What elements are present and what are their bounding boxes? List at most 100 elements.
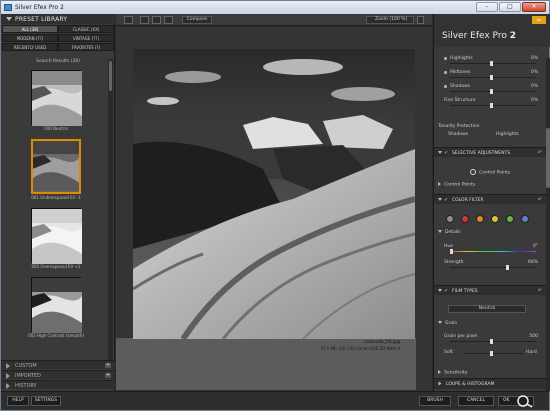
grain-per-pixel-slider[interactable]: Grain per pixel 500 bbox=[440, 334, 544, 346]
brush-button[interactable]: BRUSH bbox=[419, 396, 451, 406]
help-button[interactable]: HELP bbox=[7, 396, 29, 406]
settings-button[interactable]: SETTINGS bbox=[31, 396, 61, 406]
single-view-icon[interactable] bbox=[124, 16, 133, 24]
app-icon bbox=[4, 4, 12, 11]
section-title: COLOR FILTER bbox=[452, 198, 484, 203]
add-preset-button[interactable]: + bbox=[105, 363, 111, 368]
tab-classic[interactable]: CLASSIC (XX) bbox=[58, 25, 114, 33]
grain-softness-slider[interactable] bbox=[440, 350, 544, 362]
color-filter-swatch[interactable] bbox=[476, 215, 484, 223]
loupe-icon[interactable] bbox=[516, 394, 534, 408]
preset-label: 002 Overexposed EV +1 bbox=[31, 264, 81, 269]
slider-icon bbox=[444, 85, 447, 88]
library-scrollbar[interactable] bbox=[108, 59, 113, 369]
scroll-thumb[interactable] bbox=[546, 128, 550, 188]
grain-section[interactable]: Grain bbox=[438, 321, 457, 326]
cancel-button[interactable]: CANCEL bbox=[458, 396, 494, 406]
loupe-histogram-header[interactable]: LOUPE & HISTOGRAM bbox=[434, 378, 546, 389]
scroll-thumb[interactable] bbox=[109, 61, 112, 91]
slider-knob[interactable] bbox=[490, 61, 493, 66]
color-filter-header[interactable]: ✓ COLOR FILTER ↶ bbox=[434, 194, 546, 204]
slider-track[interactable] bbox=[464, 353, 524, 354]
import-preset-button[interactable]: + bbox=[105, 373, 111, 378]
control-points-section[interactable]: Control Points bbox=[438, 182, 475, 188]
color-filter-swatch[interactable] bbox=[446, 215, 454, 223]
slider-value: 0% bbox=[530, 56, 538, 61]
slider-track[interactable] bbox=[450, 341, 536, 342]
tab-vintage[interactable]: VINTAGE (??) bbox=[58, 34, 114, 42]
film-type-select[interactable]: Neutral bbox=[448, 305, 526, 313]
split-vertical-icon[interactable] bbox=[164, 16, 173, 24]
background-toggle-icon[interactable] bbox=[417, 16, 424, 24]
tab-favorites[interactable]: FAVORITES (?) bbox=[58, 43, 114, 51]
midtones-slider[interactable]: Midtones 0% bbox=[440, 70, 544, 82]
color-filter-swatch[interactable] bbox=[461, 215, 469, 223]
preset-thumbnail[interactable] bbox=[31, 277, 82, 333]
slider-knob[interactable] bbox=[490, 75, 493, 80]
zoom-select[interactable]: Zoom (100 %) bbox=[366, 16, 414, 24]
slider-track[interactable] bbox=[450, 105, 536, 106]
shadows-slider[interactable]: Shadows 0% bbox=[440, 84, 544, 96]
reset-icon[interactable]: ↶ bbox=[538, 150, 542, 156]
minimize-button[interactable]: – bbox=[476, 2, 498, 12]
slider-knob[interactable] bbox=[490, 103, 493, 108]
maximize-button[interactable]: □ bbox=[499, 2, 521, 12]
brand-name: Silver Efex Pro 2 bbox=[442, 31, 516, 41]
enable-check-icon[interactable]: ✓ bbox=[444, 197, 448, 203]
film-types-header[interactable]: ✓ FILM TYPES ↶ bbox=[434, 285, 546, 295]
preset-label: 001 Underexposed EV -1 bbox=[31, 195, 81, 200]
color-filter-swatch[interactable] bbox=[491, 215, 499, 223]
color-filter-swatch[interactable] bbox=[521, 215, 529, 223]
preset-thumbnail[interactable] bbox=[31, 70, 82, 126]
sensitivity-section[interactable]: Sensitivity bbox=[438, 370, 467, 376]
selective-adjustments-header[interactable]: ✓ SELECTIVE ADJUSTMENTS ↶ bbox=[434, 147, 546, 157]
image-filename: colorado_03.jpg bbox=[364, 340, 400, 345]
compare-button[interactable]: Compare bbox=[182, 16, 212, 24]
section-history[interactable]: HISTORY bbox=[1, 380, 115, 389]
expand-arrow-icon bbox=[438, 381, 442, 386]
section-label: HISTORY bbox=[15, 383, 37, 389]
title-bar: Silver Efex Pro 2 – □ ✕ bbox=[1, 1, 549, 14]
section-custom[interactable]: CUSTOM + bbox=[1, 360, 115, 369]
section-imported[interactable]: IMPORTED + bbox=[1, 370, 115, 379]
landscape-image bbox=[133, 49, 415, 339]
split-view-icon[interactable] bbox=[140, 16, 149, 24]
enable-check-icon[interactable]: ✓ bbox=[444, 288, 448, 294]
slider-knob[interactable] bbox=[490, 351, 493, 356]
slider-track[interactable] bbox=[450, 77, 536, 78]
close-button[interactable]: ✕ bbox=[522, 2, 546, 12]
reset-icon[interactable]: ↶ bbox=[538, 288, 542, 294]
strength-slider[interactable]: Strength 66% bbox=[440, 260, 544, 272]
library-title: PRESET LIBRARY bbox=[15, 16, 68, 23]
hue-track[interactable] bbox=[450, 251, 536, 252]
slider-knob[interactable] bbox=[490, 339, 493, 344]
tab-recently-used[interactable]: RECENTLY USED bbox=[2, 43, 58, 51]
tab-all[interactable]: ALL (38) bbox=[2, 25, 58, 33]
slider-track[interactable] bbox=[450, 63, 536, 64]
library-header[interactable]: PRESET LIBRARY bbox=[1, 14, 115, 24]
side-by-side-icon[interactable] bbox=[152, 16, 161, 24]
slider-knob[interactable] bbox=[506, 265, 509, 270]
tab-modern[interactable]: MODERN (??) bbox=[2, 34, 58, 42]
slider-knob[interactable] bbox=[490, 89, 493, 94]
section-title: LOUPE & HISTOGRAM bbox=[446, 382, 495, 387]
reset-icon[interactable]: ↶ bbox=[538, 197, 542, 203]
hue-slider[interactable]: Hue 0° bbox=[440, 244, 544, 256]
details-section[interactable]: Details bbox=[438, 230, 461, 235]
preset-thumbnails: 000 Neutral 001 Underexposed EV -1 002 O… bbox=[1, 67, 109, 367]
collapse-arrow-icon bbox=[438, 289, 442, 292]
panel-scrollbar[interactable] bbox=[546, 58, 550, 391]
slider-knob[interactable] bbox=[450, 249, 453, 254]
slider-track[interactable] bbox=[450, 91, 536, 92]
enable-check-icon[interactable]: ✓ bbox=[444, 150, 448, 156]
collapse-arrow-icon bbox=[438, 321, 442, 324]
preset-thumbnail[interactable] bbox=[31, 208, 82, 264]
fine-structure-slider[interactable]: Fine Structure 0% bbox=[440, 98, 544, 110]
collapse-arrow-icon bbox=[438, 230, 442, 233]
preset-thumbnail-selected[interactable] bbox=[31, 139, 81, 194]
preview-photo[interactable] bbox=[133, 49, 415, 339]
highlights-slider[interactable]: Highlights 0% bbox=[440, 56, 544, 68]
slider-track[interactable] bbox=[450, 267, 536, 268]
color-filter-swatch[interactable] bbox=[506, 215, 514, 223]
control-points-button[interactable]: Control Points bbox=[470, 169, 510, 176]
